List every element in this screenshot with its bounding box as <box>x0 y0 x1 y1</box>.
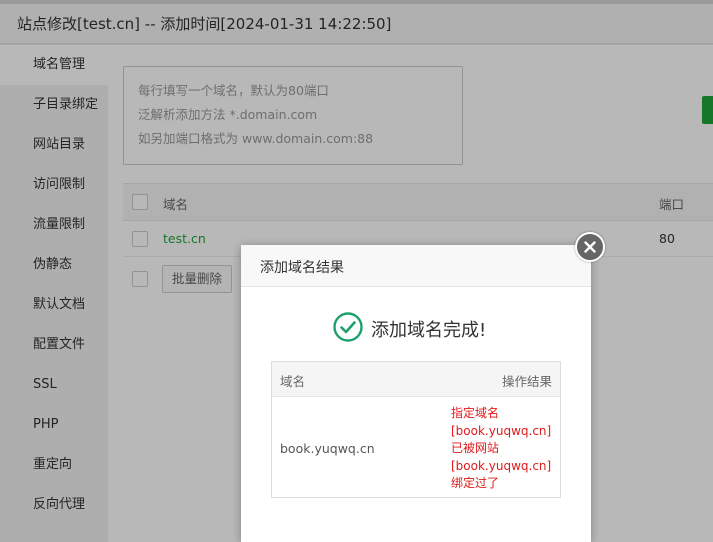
result-error-line: 指定域名 <box>451 406 500 420</box>
dialog-close-button[interactable] <box>575 232 605 262</box>
dialog-title: 添加域名结果 <box>260 260 344 276</box>
success-message: 添加域名完成! <box>371 320 487 341</box>
result-domain: book.yuqwq.cn <box>280 441 375 456</box>
result-error-line: 已被网站 <box>451 441 500 455</box>
result-error-line: [book.yuqwq.cn] <box>451 423 552 438</box>
result-error-line: [book.yuqwq.cn] <box>451 458 552 473</box>
check-circle-icon <box>333 312 363 342</box>
result-table: 域名 操作结果 book.yuqwq.cn 指定域名 [book.yuqwq.c… <box>271 361 561 498</box>
result-table-header: 域名 操作结果 <box>272 362 560 397</box>
close-icon <box>584 241 596 253</box>
add-domain-result-dialog: 添加域名结果 添加域名完成! 域名 操作结果 book.yuqwq.cn 指定域… <box>241 245 591 542</box>
result-error-line: 绑定过了 <box>451 476 500 490</box>
result-column-result: 操作结果 <box>501 374 552 389</box>
dialog-header: 添加域名结果 <box>241 245 591 287</box>
result-column-domain: 域名 <box>280 374 306 389</box>
result-error-message: 指定域名 [book.yuqwq.cn] 已被网站 [book.yuqwq.cn… <box>451 405 556 493</box>
